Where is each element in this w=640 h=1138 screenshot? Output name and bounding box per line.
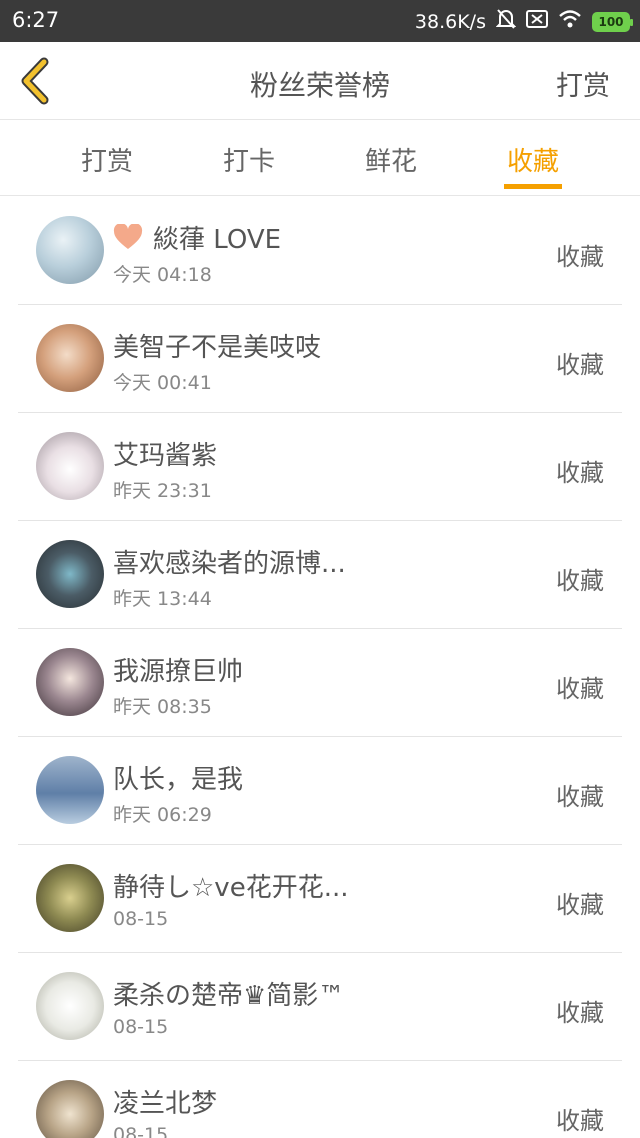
list-item[interactable]: 静待し☆ve花开花... 08-15 收藏 — [0, 845, 640, 953]
tab-reward[interactable]: 打赏 — [37, 141, 177, 178]
fan-name: 凌兰北梦 — [113, 1089, 218, 1119]
fan-time: 昨天 08:35 — [113, 696, 212, 718]
net-speed: 38.6K/s — [414, 10, 486, 33]
fan-name: 艾玛酱紫 — [113, 441, 218, 471]
list-item[interactable]: 队长，是我 昨天 06:29 收藏 — [0, 737, 640, 845]
list-item[interactable]: 艾玛酱紫 昨天 23:31 收藏 — [0, 413, 640, 521]
page-title: 粉丝荣誉榜 — [249, 69, 390, 102]
avatar — [36, 972, 104, 1040]
avatar — [36, 324, 104, 392]
tab-flowers[interactable]: 鲜花 — [321, 141, 461, 178]
avatar — [36, 216, 104, 284]
fan-time: 08-15 — [113, 908, 169, 930]
list-item[interactable]: 緂葎 LOVE 今天 04:18 收藏 — [0, 197, 640, 305]
fan-time: 08-15 — [113, 1016, 169, 1038]
fan-time: 昨天 06:29 — [113, 804, 212, 826]
fan-time: 今天 00:41 — [113, 372, 212, 394]
favorite-action[interactable]: 收藏 — [556, 669, 604, 704]
avatar — [36, 432, 104, 500]
header-bar: 粉丝荣誉榜 打赏 — [0, 42, 640, 120]
favorite-action[interactable]: 收藏 — [556, 237, 604, 272]
mute-bell-icon — [495, 8, 517, 35]
avatar — [36, 1080, 104, 1138]
status-icons: 38.6K/s 100 — [414, 8, 633, 35]
status-time: 6:27 — [12, 8, 60, 32]
favorite-action[interactable]: 收藏 — [556, 1101, 604, 1136]
avatar — [36, 540, 104, 608]
heart-icon — [113, 223, 143, 250]
tab-checkin[interactable]: 打卡 — [179, 141, 319, 178]
list-item[interactable]: 我源撩巨帅 昨天 08:35 收藏 — [0, 629, 640, 737]
list-item[interactable]: 喜欢感染者的源博... 昨天 13:44 收藏 — [0, 521, 640, 629]
active-tab-indicator — [504, 184, 562, 189]
list-item[interactable]: 凌兰北梦 08-15 收藏 — [0, 1061, 640, 1138]
wifi-icon — [558, 9, 582, 34]
fan-name: 柔杀の楚帝♛简影™ — [113, 981, 345, 1011]
fan-time: 今天 04:18 — [113, 264, 212, 286]
tab-favorites[interactable]: 收藏 — [463, 141, 603, 178]
fan-time: 昨天 13:44 — [113, 588, 212, 610]
battery-icon: 100 — [592, 11, 633, 32]
fan-name: 緂葎 LOVE — [153, 225, 282, 255]
no-sim-icon — [526, 9, 548, 34]
fan-name: 我源撩巨帅 — [113, 657, 244, 687]
favorite-action[interactable]: 收藏 — [556, 993, 604, 1028]
favorite-action[interactable]: 收藏 — [556, 345, 604, 380]
fan-list: 緂葎 LOVE 今天 04:18 收藏 美智子不是美吱吱 今天 00:41 收藏… — [0, 197, 640, 1138]
avatar — [36, 756, 104, 824]
status-bar: 6:27 38.6K/s 100 — [0, 0, 640, 42]
fan-time: 昨天 23:31 — [113, 480, 212, 502]
list-item[interactable]: 美智子不是美吱吱 今天 00:41 收藏 — [0, 305, 640, 413]
fan-time: 08-15 — [113, 1124, 169, 1138]
list-item[interactable]: 柔杀の楚帝♛简影™ 08-15 收藏 — [0, 953, 640, 1061]
fan-name: 喜欢感染者的源博... — [113, 549, 346, 579]
favorite-action[interactable]: 收藏 — [556, 777, 604, 812]
reward-button[interactable]: 打赏 — [556, 64, 610, 103]
fan-name: 静待し☆ve花开花... — [113, 873, 349, 903]
favorite-action[interactable]: 收藏 — [556, 453, 604, 488]
avatar — [36, 648, 104, 716]
fan-name: 美智子不是美吱吱 — [113, 333, 322, 363]
avatar — [36, 864, 104, 932]
favorite-action[interactable]: 收藏 — [556, 561, 604, 596]
fan-name: 队长，是我 — [113, 765, 244, 795]
favorite-action[interactable]: 收藏 — [556, 885, 604, 920]
